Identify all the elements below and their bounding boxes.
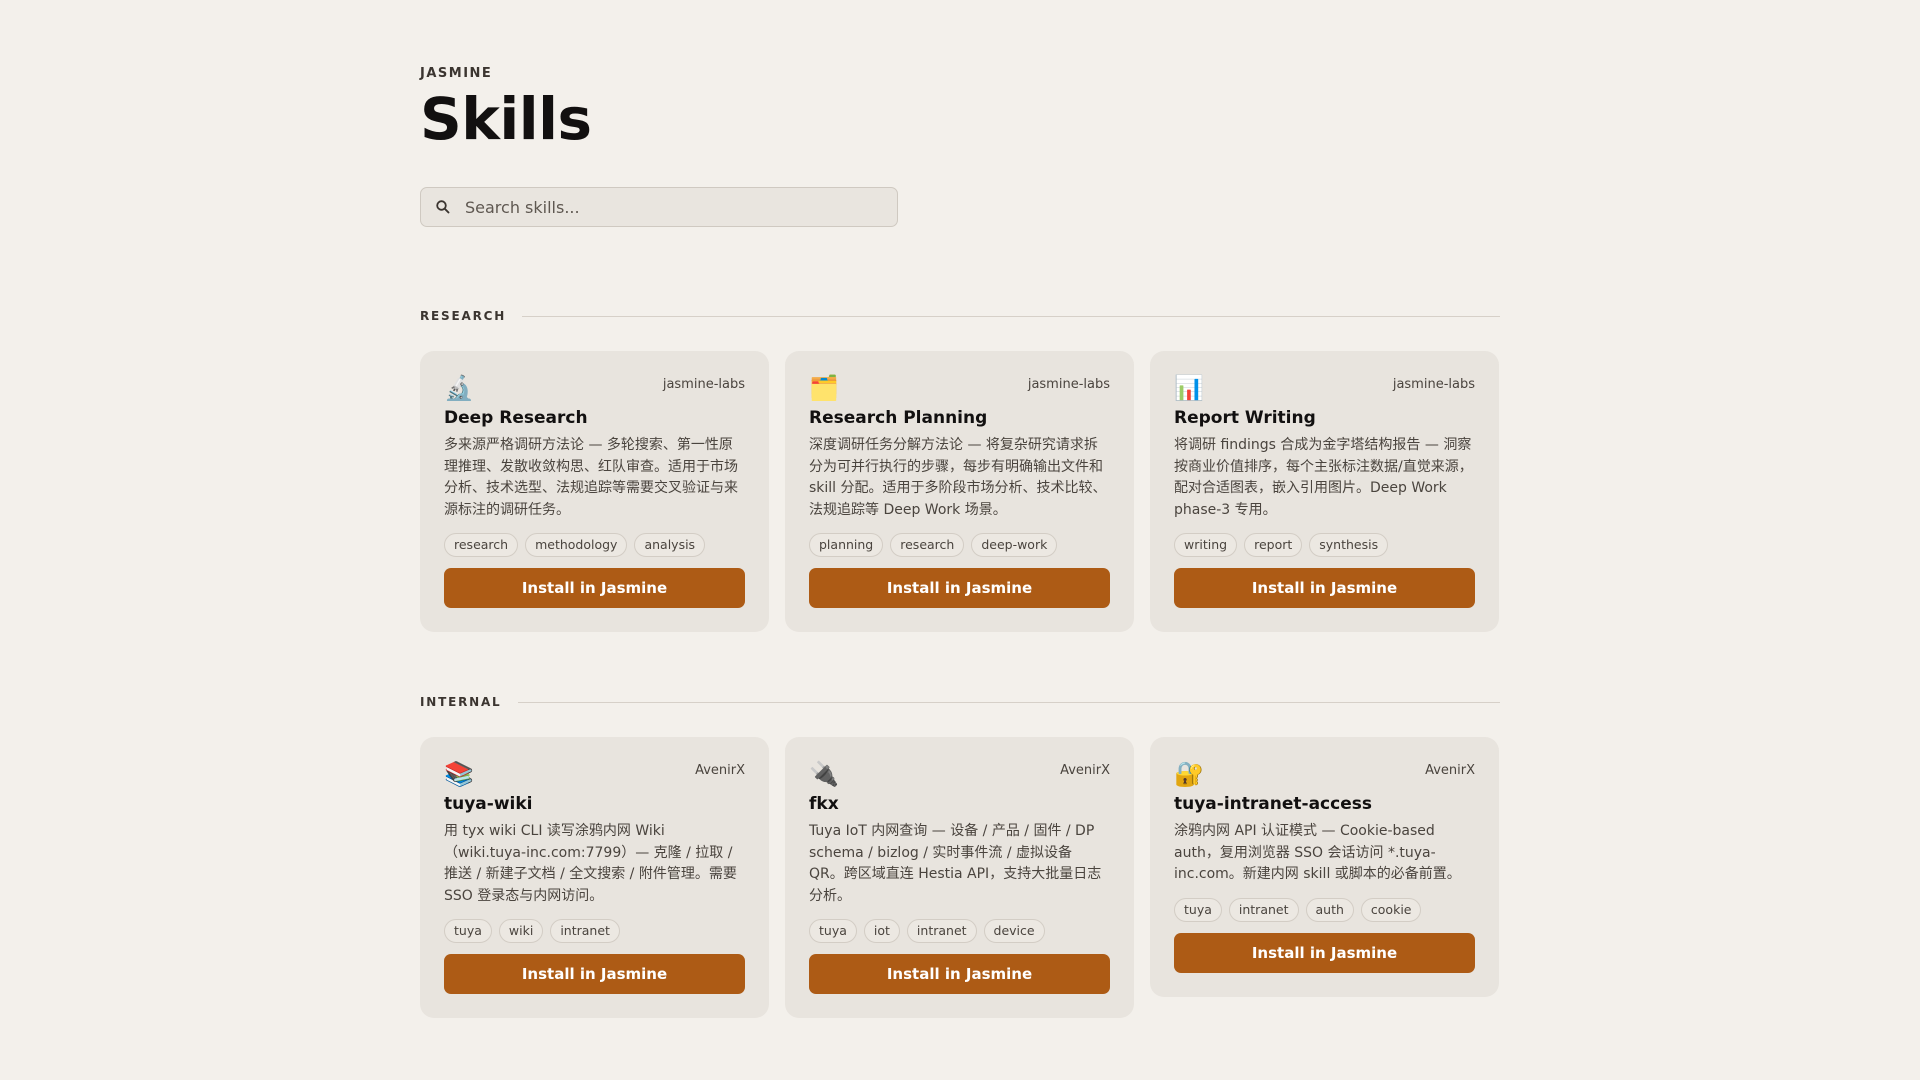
section-header-research: RESEARCH <box>420 309 1500 323</box>
skill-title: Research Planning <box>809 408 988 428</box>
tag: tuya <box>444 919 492 943</box>
search-box[interactable] <box>420 187 898 227</box>
skill-tags: tuya wiki intranet <box>444 919 745 943</box>
card-index-dividers-icon: 🗂️ <box>809 374 839 402</box>
skill-title: Deep Research <box>444 408 588 428</box>
install-button[interactable]: Install in Jasmine <box>444 954 745 994</box>
tag: auth <box>1305 897 1354 922</box>
skill-author: jasmine-labs <box>1027 377 1110 392</box>
tag: research <box>890 533 965 557</box>
skill-description: 将调研 findings 合成为金字塔结构报告 — 洞察按商业价值排序，每个主张… <box>1174 437 1473 518</box>
tag: writing <box>1174 533 1238 557</box>
skill-card-research-planning: 🗂️ jasmine-labs Research Planning 深度调研任务… <box>785 351 1134 632</box>
tag: tuya <box>1174 897 1222 922</box>
install-button[interactable]: Install in Jasmine <box>809 568 1110 608</box>
plug-icon: 🔌 <box>809 760 839 788</box>
install-button[interactable]: Install in Jasmine <box>1174 932 1475 973</box>
skill-tags: tuya iot intranet device <box>809 919 1110 943</box>
skill-tags: tuya intranet auth cookie <box>1174 897 1475 922</box>
skill-description: 涂鸦内网 API 认证模式 — Cookie-based auth，复用浏览器 … <box>1174 823 1461 882</box>
tag: cookie <box>1360 897 1422 922</box>
tag: device <box>983 919 1045 943</box>
skill-tags: planning research deep-work <box>809 533 1110 557</box>
search-input[interactable] <box>463 196 897 218</box>
tag: tuya <box>809 919 857 943</box>
skill-title: Report Writing <box>1174 408 1316 428</box>
bar-chart-icon: 📊 <box>1174 374 1204 402</box>
install-button[interactable]: Install in Jasmine <box>1174 568 1475 608</box>
skills-grid-research: 🔬 jasmine-labs Deep Research 多来源严格调研方法论 … <box>420 351 1500 632</box>
skill-card-tuya-intranet-access: 🔐 AvenirX tuya-intranet-access 涂鸦内网 API … <box>1150 737 1499 997</box>
books-icon: 📚 <box>444 760 474 788</box>
page-title: Skills <box>420 85 592 153</box>
tag: research <box>444 533 519 557</box>
tag: intranet <box>550 919 620 943</box>
section-title: INTERNAL <box>420 695 502 709</box>
section-header-internal: INTERNAL <box>420 695 1500 709</box>
skill-card-report-writing: 📊 jasmine-labs Report Writing 将调研 findin… <box>1150 351 1499 632</box>
tag: analysis <box>634 533 706 557</box>
tag: planning <box>809 533 884 557</box>
section-title: RESEARCH <box>420 309 507 323</box>
skill-author: AvenirX <box>1060 763 1110 778</box>
tag: iot <box>863 919 900 943</box>
section-divider <box>522 315 1500 317</box>
skill-description: 用 tyx wiki CLI 读写涂鸦内网 Wiki（wiki.tuya-inc… <box>444 823 737 904</box>
tag: synthesis <box>1309 533 1389 557</box>
skill-title: tuya-wiki <box>444 794 533 814</box>
skill-description: Tuya IoT 内网查询 — 设备 / 产品 / 固件 / DP schema… <box>809 823 1102 904</box>
skill-description: 多来源严格调研方法论 — 多轮搜索、第一性原理推理、发散收敛构思、红队审查。适用… <box>444 437 738 518</box>
skill-description: 深度调研任务分解方法论 — 将复杂研究请求拆分为可并行执行的步骤，每步有明确输出… <box>809 437 1107 518</box>
tag: wiki <box>498 919 544 943</box>
skill-title: fkx <box>809 794 839 814</box>
install-button[interactable]: Install in Jasmine <box>809 954 1110 994</box>
section-divider <box>517 701 1500 703</box>
lock-with-key-icon: 🔐 <box>1174 760 1204 788</box>
skill-title: tuya-intranet-access <box>1174 794 1372 814</box>
skill-card-tuya-wiki: 📚 AvenirX tuya-wiki 用 tyx wiki CLI 读写涂鸦内… <box>420 737 769 1018</box>
tag: intranet <box>1228 897 1299 922</box>
skill-card-deep-research: 🔬 jasmine-labs Deep Research 多来源严格调研方法论 … <box>420 351 769 632</box>
skill-author: jasmine-labs <box>1392 377 1475 392</box>
skill-author: jasmine-labs <box>662 377 745 392</box>
tag: intranet <box>906 919 977 943</box>
microscope-icon: 🔬 <box>444 374 474 402</box>
skill-tags: writing report synthesis <box>1174 533 1475 557</box>
skill-author: AvenirX <box>695 763 745 778</box>
tag: methodology <box>525 533 628 557</box>
app-eyebrow: JASMINE <box>420 66 493 81</box>
skill-card-fkx: 🔌 AvenirX fkx Tuya IoT 内网查询 — 设备 / 产品 / … <box>785 737 1134 1018</box>
skills-grid-internal: 📚 AvenirX tuya-wiki 用 tyx wiki CLI 读写涂鸦内… <box>420 737 1500 1018</box>
skill-author: AvenirX <box>1425 763 1475 778</box>
search-icon <box>436 200 450 214</box>
tag: report <box>1244 533 1303 557</box>
skill-tags: research methodology analysis <box>444 533 745 557</box>
tag: deep-work <box>971 533 1058 557</box>
install-button[interactable]: Install in Jasmine <box>444 568 745 608</box>
